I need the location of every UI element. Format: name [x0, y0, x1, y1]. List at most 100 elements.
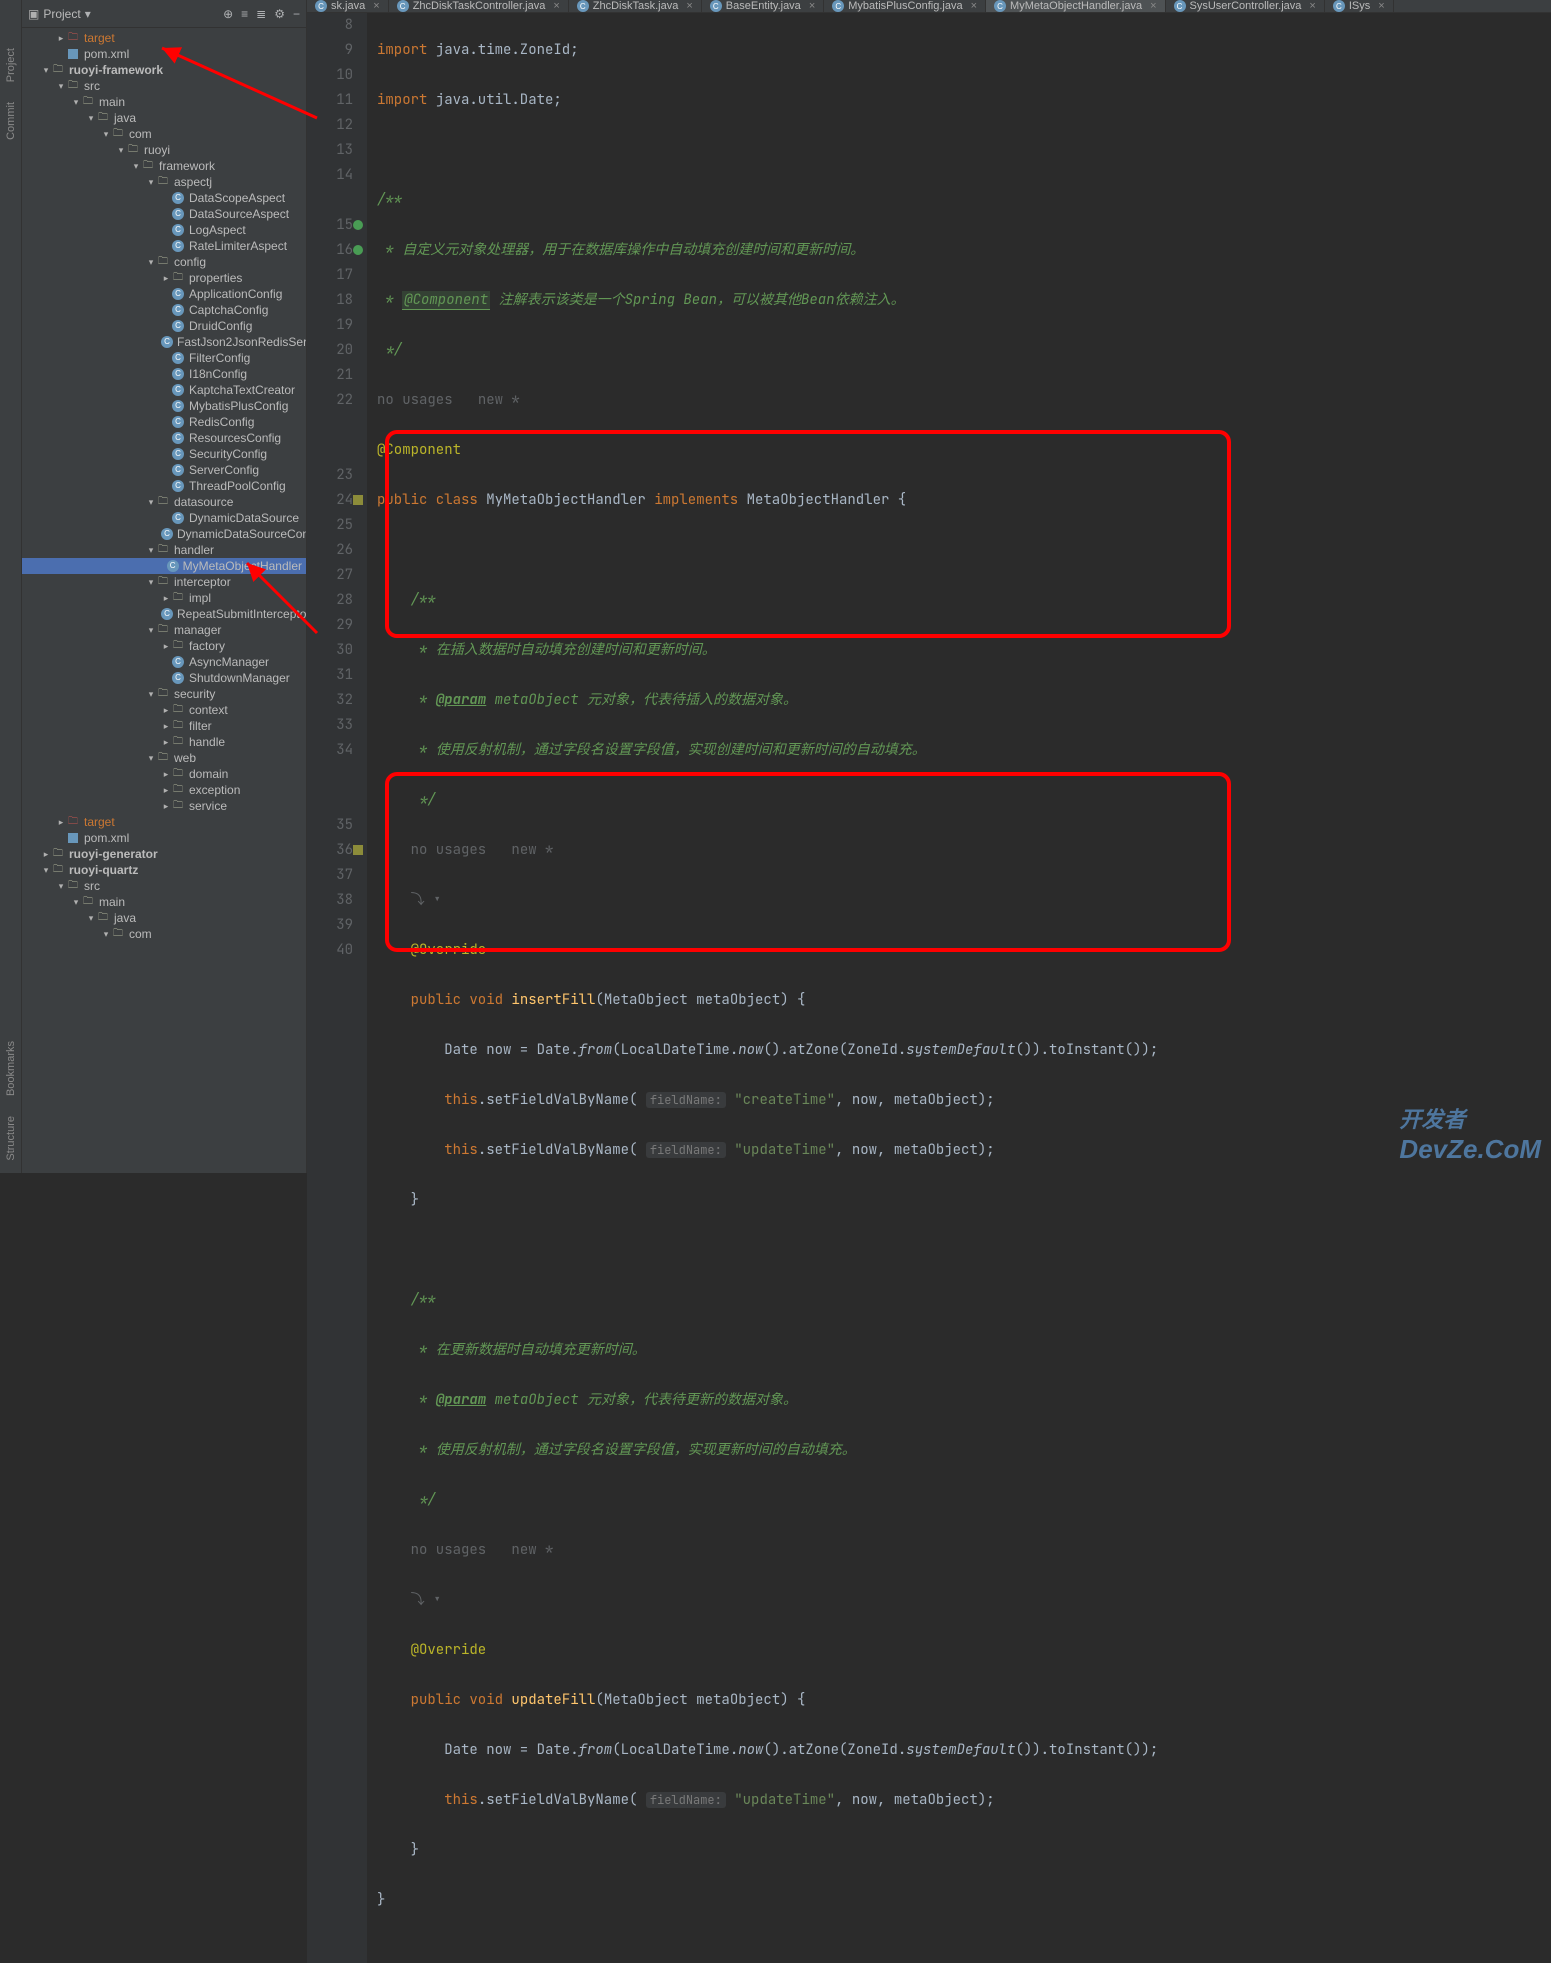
- tree-arrow-icon[interactable]: ▸: [161, 721, 171, 732]
- line-number[interactable]: 17: [315, 263, 353, 288]
- line-number[interactable]: 9: [315, 38, 353, 63]
- close-icon[interactable]: ×: [373, 0, 379, 12]
- close-icon[interactable]: ×: [1150, 0, 1156, 12]
- tree-item[interactable]: ▾🗀src: [22, 878, 306, 894]
- tree-arrow-icon[interactable]: ▸: [41, 849, 51, 860]
- gutter-mark-icon[interactable]: [353, 220, 363, 230]
- tree-item[interactable]: ▾🗀manager: [22, 622, 306, 638]
- code-content[interactable]: import java.time.ZoneId; import java.uti…: [367, 13, 1551, 1963]
- tree-arrow-icon[interactable]: ▸: [161, 705, 171, 716]
- tree-arrow-icon[interactable]: ▾: [146, 545, 156, 556]
- line-number[interactable]: 32: [315, 688, 353, 713]
- line-number[interactable]: 37: [315, 863, 353, 888]
- tree-item[interactable]: CRateLimiterAspect: [22, 238, 306, 254]
- tree-arrow-icon[interactable]: ▸: [161, 593, 171, 604]
- project-tree[interactable]: ▸🗀targetpom.xml▾🗀ruoyi-framework▾🗀src▾🗀m…: [22, 28, 306, 1173]
- tree-arrow-icon[interactable]: ▾: [146, 497, 156, 508]
- tree-item[interactable]: ▾🗀main: [22, 94, 306, 110]
- tree-item[interactable]: CRedisConfig: [22, 414, 306, 430]
- tree-item[interactable]: CRepeatSubmitInterceptor: [22, 606, 306, 622]
- tree-item[interactable]: ▸🗀context: [22, 702, 306, 718]
- usage-hint[interactable]: no usages: [411, 1541, 487, 1559]
- tree-item[interactable]: CServerConfig: [22, 462, 306, 478]
- tree-item[interactable]: CDynamicDataSource: [22, 510, 306, 526]
- tree-item[interactable]: ▾🗀ruoyi: [22, 142, 306, 158]
- line-number[interactable]: 19: [315, 313, 353, 338]
- tree-item[interactable]: ▾🗀web: [22, 750, 306, 766]
- tree-item[interactable]: CShutdownManager: [22, 670, 306, 686]
- code-area[interactable]: 891011121314 1516171819202122 2324252627…: [307, 13, 1551, 1963]
- editor-tab[interactable]: CMybatisPlusConfig.java×: [824, 0, 986, 12]
- tree-arrow-icon[interactable]: ▾: [146, 689, 156, 700]
- tree-item[interactable]: ▸🗀exception: [22, 782, 306, 798]
- tree-item[interactable]: CDataSourceAspect: [22, 206, 306, 222]
- tree-arrow-icon[interactable]: ▾: [71, 97, 81, 108]
- tree-item[interactable]: ▸🗀handle: [22, 734, 306, 750]
- gutter-action-icon[interactable]: ⤵ ▾: [411, 1591, 442, 1609]
- line-number[interactable]: 27: [315, 563, 353, 588]
- line-number[interactable]: 34: [315, 738, 353, 763]
- tree-item[interactable]: ▾🗀datasource: [22, 494, 306, 510]
- close-icon[interactable]: ×: [1309, 0, 1315, 12]
- editor-tab[interactable]: Csk.java×: [307, 0, 389, 12]
- editor-tab[interactable]: CZhcDiskTask.java×: [569, 0, 702, 12]
- tree-arrow-icon[interactable]: ▾: [56, 81, 66, 92]
- tree-arrow-icon[interactable]: ▾: [41, 65, 51, 76]
- editor-tab[interactable]: CZhcDiskTaskController.java×: [389, 0, 569, 12]
- tree-item[interactable]: ▾🗀java: [22, 110, 306, 126]
- line-number[interactable]: 16: [315, 238, 353, 263]
- tree-arrow-icon[interactable]: ▸: [161, 273, 171, 284]
- tree-item[interactable]: CMyMetaObjectHandler: [22, 558, 306, 574]
- tree-arrow-icon[interactable]: ▸: [161, 785, 171, 796]
- usage-hint[interactable]: no usages: [377, 391, 453, 409]
- target-icon[interactable]: ⊕: [223, 7, 233, 21]
- tree-item[interactable]: ▾🗀src: [22, 78, 306, 94]
- tree-arrow-icon[interactable]: ▾: [41, 865, 51, 876]
- line-number[interactable]: 29: [315, 613, 353, 638]
- tree-item[interactable]: CFastJson2JsonRedisSerialize: [22, 334, 306, 350]
- line-number[interactable]: [315, 763, 353, 788]
- tree-arrow-icon[interactable]: ▾: [101, 129, 111, 140]
- tree-item[interactable]: ▾🗀interceptor: [22, 574, 306, 590]
- dropdown-icon[interactable]: ▾: [85, 7, 91, 21]
- collapse-icon[interactable]: ≡: [241, 7, 248, 21]
- line-number[interactable]: 12: [315, 113, 353, 138]
- line-number[interactable]: 21: [315, 363, 353, 388]
- line-number[interactable]: 24: [315, 488, 353, 513]
- tree-arrow-icon[interactable]: ▸: [161, 737, 171, 748]
- settings-icon[interactable]: ⚙: [274, 7, 285, 21]
- line-number[interactable]: 13: [315, 138, 353, 163]
- editor-tab[interactable]: CSysUserController.java×: [1166, 0, 1325, 12]
- gutter-mark-icon[interactable]: [353, 845, 363, 855]
- bookmarks-vtab[interactable]: Bookmarks: [3, 1033, 19, 1104]
- tree-item[interactable]: ▾🗀ruoyi-framework: [22, 62, 306, 78]
- tree-item[interactable]: CI18nConfig: [22, 366, 306, 382]
- line-number[interactable]: 39: [315, 913, 353, 938]
- tree-item[interactable]: ▸🗀factory: [22, 638, 306, 654]
- editor-tab[interactable]: CISys×: [1325, 0, 1394, 12]
- line-number[interactable]: 11: [315, 88, 353, 113]
- tree-item[interactable]: ▾🗀com: [22, 126, 306, 142]
- gutter-mark-icon[interactable]: [353, 245, 363, 255]
- line-number[interactable]: 31: [315, 663, 353, 688]
- close-icon[interactable]: ×: [1378, 0, 1384, 12]
- line-number[interactable]: 35: [315, 813, 353, 838]
- line-number[interactable]: [315, 413, 353, 438]
- tree-item[interactable]: pom.xml: [22, 830, 306, 846]
- tree-arrow-icon[interactable]: ▾: [146, 625, 156, 636]
- tree-arrow-icon[interactable]: ▾: [146, 257, 156, 268]
- tree-item[interactable]: CResourcesConfig: [22, 430, 306, 446]
- hide-icon[interactable]: −: [293, 7, 300, 21]
- tree-item[interactable]: ▸🗀ruoyi-generator: [22, 846, 306, 862]
- line-number[interactable]: 40: [315, 938, 353, 963]
- tree-item[interactable]: ▸🗀impl: [22, 590, 306, 606]
- line-number[interactable]: 10: [315, 63, 353, 88]
- tree-item[interactable]: CDruidConfig: [22, 318, 306, 334]
- close-icon[interactable]: ×: [553, 0, 559, 12]
- gutter-mark-icon[interactable]: [353, 495, 363, 505]
- line-number[interactable]: [315, 438, 353, 463]
- tree-arrow-icon[interactable]: ▾: [71, 897, 81, 908]
- tree-item[interactable]: CKaptchaTextCreator: [22, 382, 306, 398]
- tree-item[interactable]: ▾🗀framework: [22, 158, 306, 174]
- tree-item[interactable]: ▾🗀ruoyi-quartz: [22, 862, 306, 878]
